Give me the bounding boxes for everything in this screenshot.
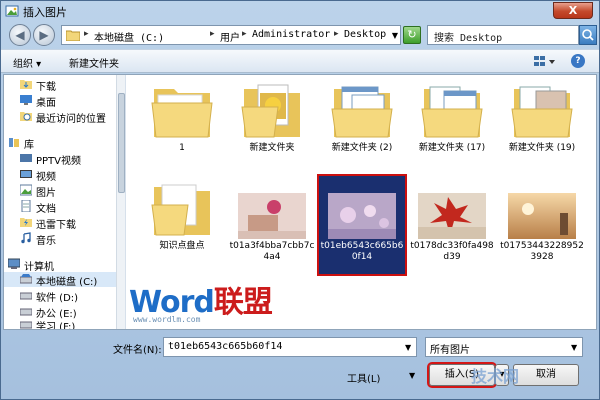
file-name: 新建文件夹 (17)	[418, 143, 486, 153]
folder-item[interactable]: 1	[138, 77, 226, 177]
content-area: 下载 桌面 最近访问的位置 库 PPTV视频 视频 图片 文档 迅雷下载 音乐 …	[3, 74, 597, 330]
folder-icon	[151, 184, 210, 236]
search-input[interactable]: 搜索 Desktop	[427, 25, 579, 45]
address-bar: ◀ ▶ ▸ 本地磁盘 (C:) ▸ 用户 ▸ Administrator ▸ D…	[1, 23, 599, 47]
thunder-download-icon	[20, 218, 32, 227]
crumb-separator: ▸	[84, 29, 89, 39]
crumb-users[interactable]: 用户	[220, 29, 240, 44]
watermark-url: www.wordlm.com	[133, 315, 201, 324]
filename-label: 文件名(N):	[113, 345, 162, 356]
crumb-separator: ▸	[242, 29, 247, 39]
folder-with-documents-icon	[331, 86, 393, 138]
crumb-separator: ▸	[334, 29, 339, 39]
close-button[interactable]: X	[553, 2, 593, 19]
folder-icon	[151, 89, 213, 138]
refresh-button[interactable]: ↻	[403, 26, 421, 44]
video-library-icon	[20, 154, 32, 162]
image-thumbnail	[418, 193, 486, 239]
chevron-down-icon[interactable]: ▼	[405, 343, 411, 352]
folder-item[interactable]: 知识点盘点	[138, 175, 226, 275]
picture-icon	[5, 5, 19, 17]
drive-icon	[20, 321, 32, 329]
folder-with-images-icon	[241, 84, 300, 138]
folder-icon	[66, 30, 80, 41]
folder-with-images-icon	[511, 86, 573, 138]
file-name: 新建文件夹 (19)	[508, 143, 576, 153]
file-name: t01eb6543c665b60f14	[320, 241, 404, 262]
image-thumbnail	[238, 193, 306, 239]
image-file-item[interactable]: t017534432289523928	[498, 175, 586, 275]
address-input[interactable]: ▸ 本地磁盘 (C:) ▸ 用户 ▸ Administrator ▸ Deskt…	[61, 25, 401, 45]
crumb-local-disk[interactable]: 本地磁盘 (C:)	[94, 29, 164, 44]
back-button[interactable]: ◀	[9, 24, 31, 46]
insert-picture-dialog: 插入图片 X ◀ ▶ ▸ 本地磁盘 (C:) ▸ 用户 ▸ Administra…	[0, 0, 600, 400]
file-name: 新建文件夹	[249, 143, 295, 153]
window-title: 插入图片	[23, 6, 67, 19]
search-button[interactable]	[579, 25, 597, 45]
title-bar: 插入图片 X	[1, 1, 599, 21]
drive-icon	[20, 308, 32, 316]
video-icon	[20, 170, 32, 178]
chevron-down-icon[interactable]: ▼	[409, 371, 415, 380]
nav-scrollbar-thumb[interactable]	[118, 93, 125, 193]
forward-button[interactable]: ▶	[33, 24, 55, 46]
file-name: 1	[179, 143, 185, 153]
folder-item[interactable]: 新建文件夹	[228, 77, 316, 177]
crumb-administrator[interactable]: Administrator	[252, 29, 330, 40]
navigation-pane: 下载 桌面 最近访问的位置 库 PPTV视频 视频 图片 文档 迅雷下载 音乐 …	[4, 75, 126, 329]
computer-icon	[8, 258, 20, 269]
nav-scrollbar[interactable]	[116, 75, 125, 329]
image-file-item[interactable]: t0178dc33f0fa498d39	[408, 175, 496, 275]
folder-with-documents-icon	[421, 86, 483, 138]
image-file-item[interactable]: t01a3f4bba7cbb7c4a4	[228, 175, 316, 275]
music-icon	[21, 232, 31, 244]
chevron-down-icon[interactable]: ▼	[571, 343, 577, 352]
file-name: t017534432289523928	[500, 241, 584, 262]
folder-item[interactable]: 新建文件夹 (17)	[408, 77, 496, 177]
library-icon	[9, 138, 19, 147]
new-folder-button[interactable]: 新建文件夹	[69, 55, 119, 70]
view-options-icon[interactable]	[533, 54, 557, 69]
search-icon	[582, 29, 594, 41]
crumb-separator: ▸	[210, 29, 215, 39]
desktop-icon	[20, 95, 32, 105]
chevron-down-icon[interactable]: ▼	[392, 31, 398, 40]
image-thumbnail	[508, 193, 576, 239]
file-type-select[interactable]: 所有图片	[425, 337, 583, 357]
file-name: t01a3f4bba7cbb7c4a4	[229, 241, 315, 262]
search-placeholder: 搜索 Desktop	[434, 33, 503, 44]
watermark-brand: 技术网	[471, 367, 520, 386]
pictures-icon	[20, 184, 32, 196]
filename-input[interactable]: t01eb6543c665b60f14	[163, 337, 417, 357]
folder-item[interactable]: 新建文件夹 (19)	[498, 77, 586, 177]
file-name: 知识点盘点	[159, 241, 205, 251]
drive-icon	[20, 274, 32, 284]
image-file-item-selected[interactable]: t01eb6543c665b60f14	[317, 174, 407, 276]
crumb-desktop[interactable]: Desktop	[344, 29, 386, 40]
documents-icon	[21, 200, 31, 212]
download-folder-icon	[20, 80, 32, 89]
drive-icon	[20, 292, 32, 300]
file-name: t0178dc33f0fa498d39	[410, 241, 494, 262]
recent-places-icon	[20, 112, 32, 121]
help-button[interactable]: ?	[571, 54, 585, 68]
cancel-button[interactable]: 取消	[513, 364, 579, 386]
file-name: 新建文件夹 (2)	[331, 143, 393, 153]
command-toolbar: 组织 ▾ 新建文件夹 ?	[1, 49, 599, 73]
organize-button[interactable]: 组织 ▾	[13, 55, 41, 70]
image-thumbnail	[328, 193, 396, 239]
folder-item[interactable]: 新建文件夹 (2)	[318, 77, 406, 177]
nav-item-local-disk-c[interactable]: 本地磁盘 (C:)	[4, 272, 116, 288]
